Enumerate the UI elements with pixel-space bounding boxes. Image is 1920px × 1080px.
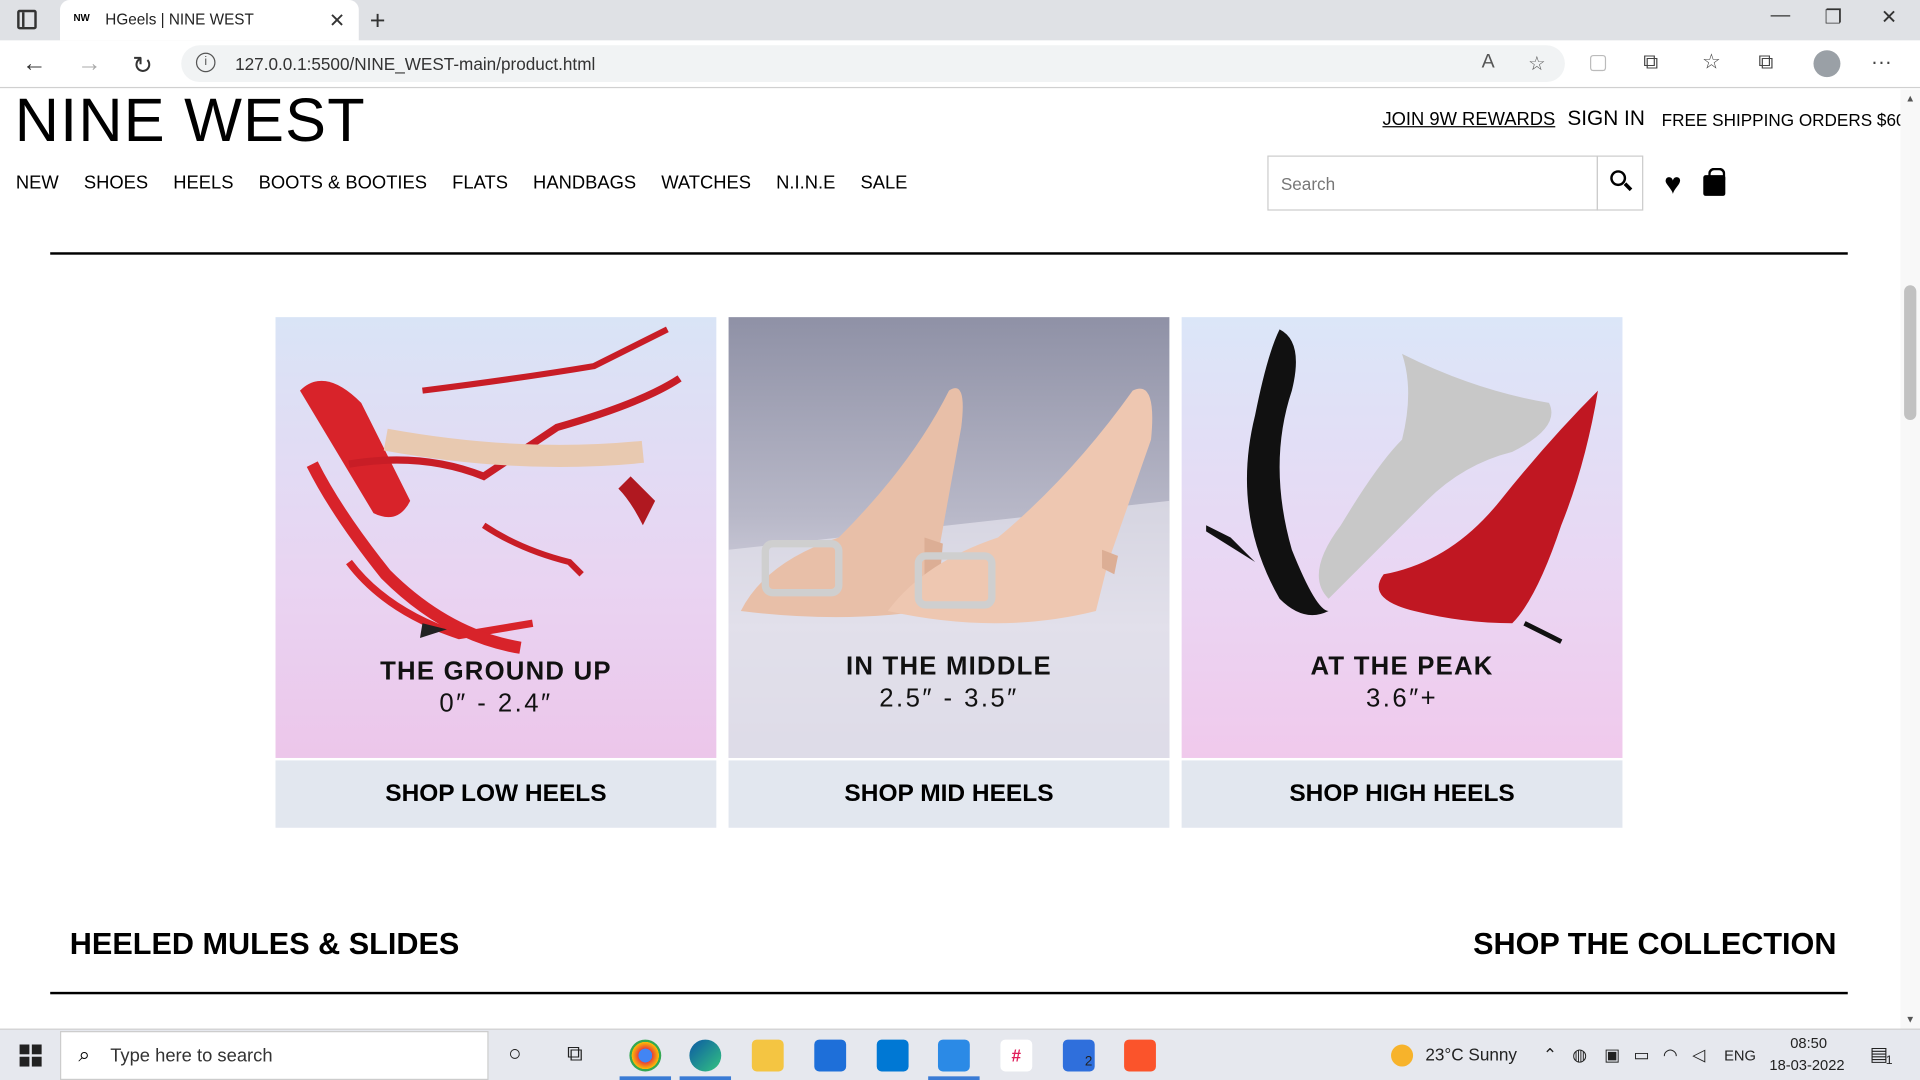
high-heels-image[interactable]: AT THE PEAK 3.6″+ — [1181, 317, 1623, 758]
low-heels-image[interactable]: THE GROUND UP 0″ - 2.4″ — [275, 317, 717, 758]
nav-item-nine[interactable]: N.I.N.E — [776, 173, 835, 194]
screen-capture-icon[interactable]: ▢ — [1588, 50, 1608, 74]
slack-icon[interactable]: # — [1000, 1039, 1033, 1072]
collections-icon[interactable]: ⧉ — [1758, 50, 1773, 74]
chrome-icon[interactable] — [629, 1039, 662, 1072]
header-divider — [50, 252, 1848, 255]
scroll-down-icon[interactable]: ▼ — [1905, 1014, 1915, 1025]
vscode-icon[interactable] — [937, 1039, 970, 1072]
browser-tab[interactable]: NW HGeels | NINE WEST ✕ — [60, 0, 359, 41]
restore-icon[interactable]: ❐ — [1825, 5, 1843, 29]
cortana-icon[interactable]: ○ — [508, 1041, 521, 1067]
tab-actions-icon[interactable] — [17, 9, 37, 30]
favicon-icon: NW — [73, 12, 90, 24]
page-scrollbar[interactable]: ▲ ▼ — [1900, 89, 1920, 1029]
ground-up-title: THE GROUND UP — [380, 657, 612, 686]
web-page: NINE WEST JOIN 9W REWARDS SIGN IN FREE S… — [0, 89, 1901, 1029]
section-divider — [50, 991, 1848, 995]
high-heels-card[interactable]: AT THE PEAK 3.6″+ SHOP HIGH HEELS — [1181, 317, 1623, 828]
tab-title: HGeels | NINE WEST — [105, 11, 254, 29]
read-aloud-icon[interactable]: A — [1482, 51, 1495, 73]
low-heels-card[interactable]: THE GROUND UP 0″ - 2.4″ SHOP LOW HEELS — [275, 317, 717, 828]
add-favorite-icon[interactable]: ☆ — [1528, 51, 1546, 75]
wishlist-heart-icon[interactable]: ♥ — [1664, 168, 1681, 202]
tab-close-icon[interactable]: ✕ — [329, 9, 345, 33]
tray-chevron-icon[interactable]: ⌃ — [1543, 1044, 1557, 1065]
shop-mid-heels-button[interactable]: SHOP MID HEELS — [728, 760, 1170, 828]
clock-date[interactable]: 18-03-2022 — [1769, 1057, 1844, 1074]
brave-icon[interactable] — [1124, 1039, 1156, 1072]
reload-icon[interactable]: ↻ — [132, 50, 153, 81]
scroll-thumb[interactable] — [1904, 285, 1917, 421]
windows-start-icon[interactable] — [19, 1044, 42, 1067]
language-indicator[interactable]: ENG — [1724, 1047, 1756, 1064]
in-the-middle-title: IN THE MIDDLE — [846, 652, 1052, 681]
nav-item-handbags[interactable]: HANDBAGS — [533, 173, 636, 194]
clock-time[interactable]: 08:50 — [1790, 1035, 1827, 1052]
back-icon[interactable]: ← — [22, 50, 46, 78]
nav-item-heels[interactable]: HEELS — [173, 173, 233, 194]
main-nav: NEW SHOES HEELS BOOTS & BOOTIES FLATS HA… — [16, 173, 933, 194]
search-button[interactable] — [1596, 155, 1644, 211]
in-the-middle-range: 2.5″ - 3.5″ — [879, 684, 1019, 713]
at-the-peak-range: 3.6″+ — [1365, 684, 1439, 713]
more-menu-icon[interactable]: ··· — [1871, 50, 1892, 74]
mid-heels-card[interactable]: IN THE MIDDLE 2.5″ - 3.5″ SHOP MID HEELS — [728, 317, 1170, 828]
window-close-icon[interactable]: ✕ — [1881, 5, 1897, 29]
file-explorer-icon[interactable] — [751, 1039, 784, 1072]
nav-item-watches[interactable]: WATCHES — [661, 173, 751, 194]
battery-icon[interactable]: ▭ — [1633, 1044, 1649, 1065]
mid-heels-image[interactable]: IN THE MIDDLE 2.5″ - 3.5″ — [728, 317, 1170, 758]
wifi-icon[interactable]: ◠ — [1663, 1044, 1678, 1065]
brand-logo[interactable]: NINE WEST — [15, 89, 366, 150]
dell-icon[interactable] — [876, 1039, 909, 1072]
notifications-count: 1 — [1885, 1054, 1893, 1068]
address-bar[interactable]: i 127.0.0.1:5500/NINE_WEST-main/product.… — [181, 45, 1565, 83]
windows-taskbar: ⌕ Type here to search ○ ⧉ # 2 23°C Sunny… — [0, 1028, 1920, 1080]
mail-icon[interactable] — [814, 1039, 847, 1072]
weather-sun-icon[interactable] — [1391, 1044, 1414, 1067]
extensions-icon[interactable]: ⧉ — [1643, 50, 1658, 74]
new-tab-icon[interactable]: + — [370, 5, 386, 37]
scroll-up-icon[interactable]: ▲ — [1905, 93, 1915, 104]
site-info-icon[interactable]: i — [195, 52, 216, 73]
free-shipping-banner: FREE SHIPPING ORDERS $60+ — [1661, 110, 1901, 130]
browser-toolbar: ← → ↻ i 127.0.0.1:5500/NINE_WEST-main/pr… — [0, 40, 1920, 89]
taskbar-search-placeholder: Type here to search — [110, 1045, 273, 1067]
network-status-icon[interactable]: ◍ — [1572, 1044, 1587, 1065]
search-input[interactable]: Search — [1267, 155, 1598, 211]
forward-icon[interactable]: → — [77, 50, 101, 78]
url-text[interactable]: 127.0.0.1:5500/NINE_WEST-main/product.ht… — [235, 54, 595, 74]
todo-badge: 2 — [1084, 1054, 1093, 1069]
task-view-icon[interactable]: ⧉ — [567, 1041, 583, 1067]
join-rewards-link[interactable]: JOIN 9W REWARDS — [1382, 109, 1555, 130]
minimize-icon[interactable]: — — [1771, 5, 1791, 27]
heeled-mules-title: HEELED MULES & SLIDES — [69, 926, 460, 962]
nav-item-boots-booties[interactable]: BOOTS & BOOTIES — [259, 173, 427, 194]
nav-item-sale[interactable]: SALE — [860, 173, 907, 194]
search-icon: ⌕ — [78, 1043, 91, 1067]
search-placeholder: Search — [1280, 173, 1336, 194]
browser-tab-bar: NW HGeels | NINE WEST ✕ + — ❐ ✕ — [0, 0, 1920, 41]
shop-collection-link[interactable]: SHOP THE COLLECTION — [1473, 927, 1836, 963]
at-the-peak-title: AT THE PEAK — [1310, 652, 1494, 681]
nav-item-shoes[interactable]: SHOES — [84, 173, 148, 194]
nav-item-new[interactable]: NEW — [16, 173, 59, 194]
nav-item-flats[interactable]: FLATS — [452, 173, 508, 194]
favorites-icon[interactable]: ☆ — [1702, 50, 1721, 74]
taskbar-search-input[interactable]: ⌕ Type here to search — [60, 1031, 489, 1080]
sign-in-link[interactable]: SIGN IN — [1567, 107, 1645, 131]
weather-text[interactable]: 23°C Sunny — [1425, 1044, 1517, 1064]
meet-now-icon[interactable]: ▣ — [1604, 1044, 1620, 1065]
shop-high-heels-button[interactable]: SHOP HIGH HEELS — [1181, 760, 1623, 828]
volume-icon[interactable]: ◁ — [1692, 1044, 1705, 1065]
ground-up-range: 0″ - 2.4″ — [439, 689, 553, 718]
shop-low-heels-button[interactable]: SHOP LOW HEELS — [275, 760, 717, 828]
shopping-bag-icon[interactable] — [1703, 167, 1726, 196]
edge-icon[interactable] — [689, 1039, 722, 1072]
profile-avatar[interactable] — [1813, 50, 1841, 78]
